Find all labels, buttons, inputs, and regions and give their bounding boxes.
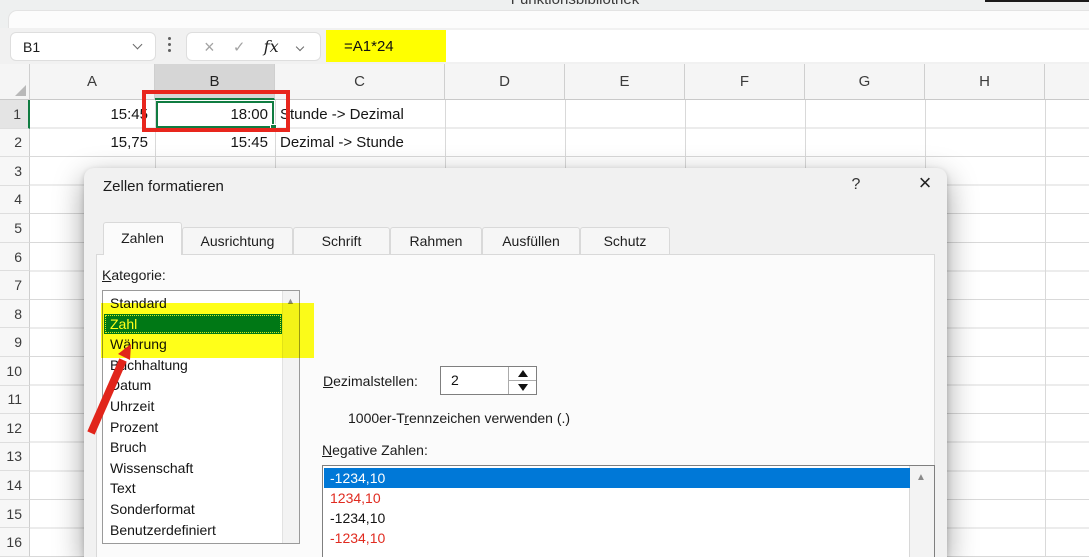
ribbon-strip: Funktionsbibliothek [0,0,1089,28]
row-header-15[interactable]: 15 [0,500,30,529]
excel-app: Funktionsbibliothek B1 × ✓ fx =A1*24 ABC… [0,0,1089,557]
window-edge-line [985,0,1089,2]
ribbon-bottom-bar [8,10,1089,28]
triangle-up-icon [518,370,528,377]
insert-function-icon[interactable]: fx [264,37,279,56]
triangle-down-icon [518,384,528,391]
category-item-währung[interactable]: Währung [104,334,282,355]
dezimalstellen-spinner[interactable]: 2 [440,366,537,395]
negative-format-option[interactable]: 1234,10 [324,488,910,508]
row-header-4[interactable]: 4 [0,186,30,215]
row-header-13[interactable]: 13 [0,443,30,472]
cell-A2[interactable]: 15,75 [35,129,148,158]
thousands-separator-label: 1000er-Trennzeichen verwenden (.) [348,410,570,426]
category-item-standard[interactable]: Standard [104,293,282,314]
negative-numbers-listbox[interactable]: ▲ -1234,101234,10-1234,10-1234,10 [322,465,935,557]
category-item-zahl[interactable]: Zahl [104,314,282,335]
select-all-button[interactable] [0,64,30,100]
negative-format-option[interactable]: -1234,10 [324,508,910,528]
close-icon[interactable]: × [910,170,940,196]
category-item-prozent[interactable]: Prozent [104,417,282,438]
negative-scrollbar[interactable]: ▲ [909,466,934,557]
category-scrollbar[interactable]: ▲ [282,291,299,543]
spinner-up-button[interactable] [509,367,536,381]
dezimalstellen-value: 2 [451,372,459,388]
column-header-C[interactable]: C [275,64,445,100]
spinner-buttons [508,367,536,394]
category-item-bruch[interactable]: Bruch [104,437,282,458]
name-box-value: B1 [23,39,134,55]
column-header-E[interactable]: E [565,64,685,100]
cell-C1[interactable]: Stunde -> Dezimal [280,100,438,129]
formula-bar-grip-icon [168,37,171,52]
column-header-partial [1045,64,1089,100]
row-header-2[interactable]: 2 [0,129,30,158]
category-item-uhrzeit[interactable]: Uhrzeit [104,396,282,417]
enter-icon[interactable]: ✓ [233,38,246,56]
category-item-text[interactable]: Text [104,478,282,499]
scroll-up-icon[interactable]: ▲ [916,472,926,483]
kategorie-label: Kategorie: [102,267,166,283]
tab-ausfüllen[interactable]: Ausfüllen [482,227,580,254]
cancel-icon[interactable]: × [204,38,215,56]
cell-B2[interactable]: 15:45 [160,129,268,158]
category-item-datum[interactable]: Datum [104,375,282,396]
cell-A1[interactable]: 15:45 [35,100,148,129]
tab-rahmen[interactable]: Rahmen [390,227,482,254]
row-header-5[interactable]: 5 [0,214,30,243]
dialog-title: Zellen formatieren [103,178,224,195]
column-header-H[interactable]: H [925,64,1045,100]
dezimalstellen-label: Dezimalstellen: [323,373,418,389]
category-item-buchhaltung[interactable]: Buchhaltung [104,355,282,376]
row-header-7[interactable]: 7 [0,271,30,300]
row-header-1[interactable]: 1 [0,100,30,129]
negative-format-option[interactable]: -1234,10 [324,468,910,488]
negative-zahlen-label: Negative Zahlen: [322,442,428,458]
cell-C2[interactable]: Dezimal -> Stunde [280,129,438,158]
tab-ausrichtung[interactable]: Ausrichtung [182,227,293,254]
red-box-annotation [142,90,290,132]
formula-highlight: =A1*24 [326,30,446,62]
row-header-3[interactable]: 3 [0,157,30,186]
select-all-icon [15,85,26,96]
row-header-8[interactable]: 8 [0,300,30,329]
row-header-12[interactable]: 12 [0,414,30,443]
name-box[interactable]: B1 [10,32,156,61]
row-header-16[interactable]: 16 [0,528,30,557]
negative-format-option[interactable]: -1234,10 [324,528,910,548]
row-header-10[interactable]: 10 [0,357,30,386]
formula-bar: B1 × ✓ fx =A1*24 [0,28,1089,64]
chevron-down-icon[interactable] [133,40,143,50]
row-header-14[interactable]: 14 [0,471,30,500]
scroll-up-icon[interactable]: ▲ [286,296,295,306]
formula-buttons: × ✓ fx [186,32,321,61]
row-header-11[interactable]: 11 [0,386,30,415]
chevron-down-icon[interactable] [296,42,304,50]
tab-zahlen[interactable]: Zahlen [103,222,182,255]
column-header-G[interactable]: G [805,64,925,100]
category-listbox[interactable]: ▲ StandardZahlWährungBuchhaltungDatumUhr… [102,290,300,544]
row-header-9[interactable]: 9 [0,328,30,357]
ribbon-group-label: Funktionsbibliothek [430,0,720,8]
format-cells-dialog: Zellen formatieren ? × ZahlenAusrichtung… [84,168,947,557]
column-header-A[interactable]: A [30,64,155,100]
category-item-wissenschaft[interactable]: Wissenschaft [104,458,282,479]
row-header-6[interactable]: 6 [0,243,30,272]
category-item-sonderformat[interactable]: Sonderformat [104,499,282,520]
category-item-benutzerdefiniert[interactable]: Benutzerdefiniert [104,520,282,541]
spinner-down-button[interactable] [509,381,536,395]
column-header-F[interactable]: F [685,64,805,100]
column-header-D[interactable]: D [445,64,565,100]
tab-schutz[interactable]: Schutz [580,227,670,254]
formula-text: =A1*24 [344,38,394,55]
tab-schrift[interactable]: Schrift [293,227,390,254]
help-button[interactable]: ? [844,176,868,194]
formula-input[interactable]: =A1*24 [326,30,1089,62]
gridline-vertical [1045,100,1046,557]
